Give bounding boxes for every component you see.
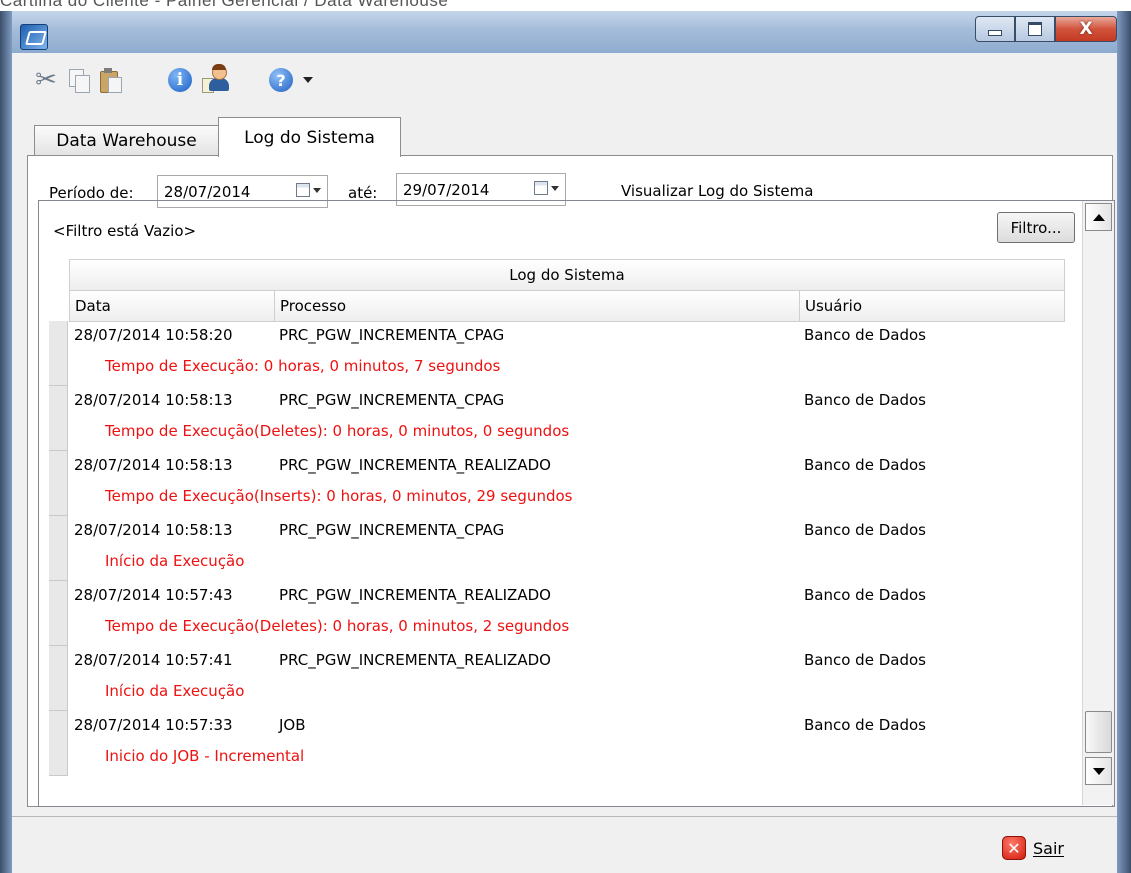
column-header-usuario[interactable]: Usuário	[800, 291, 1063, 321]
copy-button[interactable]	[66, 67, 92, 93]
arrow-down-icon	[1092, 767, 1105, 775]
maximize-button[interactable]	[1015, 16, 1055, 42]
title-bar: X	[0, 11, 1131, 53]
help-button[interactable]: ?	[268, 67, 294, 93]
cell-data: 28/07/2014 10:58:13	[74, 456, 233, 474]
copy-icon	[69, 69, 90, 93]
cell-processo: JOB	[279, 716, 306, 734]
close-icon: X	[1079, 19, 1093, 39]
cell-processo: PRC_PGW_INCREMENTA_CPAG	[279, 326, 505, 344]
cell-processo: PRC_PGW_INCREMENTA_CPAG	[279, 391, 505, 409]
chevron-down-icon	[551, 185, 559, 191]
cell-detail: Tempo de Execução: 0 horas, 0 minutos, 7…	[105, 357, 501, 375]
grid-group-header: Log do Sistema	[69, 259, 1065, 291]
period-to-value: 29/07/2014	[403, 180, 490, 199]
cell-usuario: Banco de Dados	[804, 326, 926, 344]
cell-usuario: Banco de Dados	[804, 651, 926, 669]
table-row[interactable]: 28/07/2014 10:57:41 PRC_PGW_INCREMENTA_R…	[69, 646, 1063, 711]
arrow-up-icon	[1092, 213, 1105, 221]
toolbar: ✂ i ?	[12, 53, 1117, 105]
cell-processo: PRC_PGW_INCREMENTA_REALIZADO	[279, 456, 551, 474]
cell-data: 28/07/2014 10:58:13	[74, 521, 233, 539]
column-header-processo[interactable]: Processo	[275, 291, 800, 321]
table-row[interactable]: 28/07/2014 10:57:43 PRC_PGW_INCREMENTA_R…	[69, 581, 1063, 646]
scroll-up-button[interactable]	[1085, 203, 1112, 231]
cell-processo: PRC_PGW_INCREMENTA_REALIZADO	[279, 586, 551, 604]
calendar-icon[interactable]	[534, 181, 559, 195]
cell-detail: Início da Execução	[105, 552, 245, 570]
footer-divider	[12, 816, 1117, 817]
cell-detail: Tempo de Execução(Inserts): 0 horas, 0 m…	[105, 487, 573, 505]
window-frame-left	[0, 11, 12, 873]
window-maximize-icon	[1028, 22, 1042, 36]
tab-data-warehouse[interactable]: Data Warehouse	[34, 125, 219, 156]
cell-processo: PRC_PGW_INCREMENTA_REALIZADO	[279, 651, 551, 669]
tab-panel-log: Período de: 28/07/2014 até: 29/07/2014 V…	[27, 155, 1115, 807]
cell-data: 28/07/2014 10:58:20	[74, 326, 233, 344]
cell-detail: Início da Execução	[105, 682, 245, 700]
cell-usuario: Banco de Dados	[804, 586, 926, 604]
vertical-scrollbar[interactable]	[1082, 201, 1114, 805]
paste-button[interactable]	[98, 67, 124, 93]
info-button[interactable]: i	[167, 67, 193, 93]
app-window: X ✂ i ? Data Warehouse Log do Sistema Pe…	[0, 11, 1131, 873]
close-window-button[interactable]: X	[1055, 16, 1117, 42]
cell-detail: Inicio do JOB - Incremental	[105, 747, 305, 765]
window-frame-right	[1117, 11, 1131, 873]
cell-data: 28/07/2014 10:57:33	[74, 716, 233, 734]
info-icon: i	[168, 68, 192, 92]
minimize-button[interactable]	[975, 16, 1015, 42]
help-icon: ?	[269, 68, 293, 92]
period-from-value: 28/07/2014	[164, 182, 251, 201]
cut-button[interactable]: ✂	[33, 67, 59, 93]
cell-data: 28/07/2014 10:57:41	[74, 651, 233, 669]
close-icon: ✕	[1002, 836, 1026, 860]
chevron-down-icon[interactable]	[303, 77, 313, 83]
row-indicator-column	[49, 321, 68, 776]
calendar-icon[interactable]	[296, 183, 321, 197]
chevron-down-icon	[313, 187, 321, 193]
table-row[interactable]: 28/07/2014 10:58:20 PRC_PGW_INCREMENTA_C…	[69, 321, 1063, 386]
cell-usuario: Banco de Dados	[804, 391, 926, 409]
exit-button-label: Sair	[1033, 838, 1064, 858]
app-icon	[20, 24, 48, 50]
filter-button[interactable]: Filtro...	[997, 212, 1075, 243]
scroll-down-button[interactable]	[1085, 757, 1112, 785]
table-row[interactable]: 28/07/2014 10:57:33 JOB Banco de Dados I…	[69, 711, 1063, 776]
cell-detail: Tempo de Execução(Deletes): 0 horas, 0 m…	[105, 422, 570, 440]
cell-processo: PRC_PGW_INCREMENTA_CPAG	[279, 521, 505, 539]
filter-status-text: <Filtro está Vazio>	[53, 222, 197, 240]
cell-data: 28/07/2014 10:58:13	[74, 391, 233, 409]
window-controls: X	[975, 16, 1117, 42]
table-row[interactable]: 28/07/2014 10:58:13 PRC_PGW_INCREMENTA_C…	[69, 516, 1063, 581]
table-row[interactable]: 28/07/2014 10:58:13 PRC_PGW_INCREMENTA_C…	[69, 386, 1063, 451]
user-button[interactable]	[202, 63, 229, 93]
tab-log-do-sistema[interactable]: Log do Sistema	[218, 117, 401, 157]
column-header-data[interactable]: Data	[70, 291, 275, 321]
window-minimize-icon	[988, 30, 1002, 36]
view-log-label: Visualizar Log do Sistema	[621, 182, 814, 200]
scroll-thumb[interactable]	[1085, 711, 1112, 753]
cell-usuario: Banco de Dados	[804, 521, 926, 539]
cell-detail: Tempo de Execução(Deletes): 0 horas, 0 m…	[105, 617, 570, 635]
user-icon	[202, 64, 229, 93]
cell-data: 28/07/2014 10:57:43	[74, 586, 233, 604]
table-row[interactable]: 28/07/2014 10:58:13 PRC_PGW_INCREMENTA_R…	[69, 451, 1063, 516]
log-grid: <Filtro está Vazio> Filtro... Log do Sis…	[38, 200, 1115, 807]
paste-icon	[100, 68, 122, 93]
window-client-area: ✂ i ? Data Warehouse Log do Sistema Perí…	[12, 53, 1117, 873]
grid-column-headers: Data Processo Usuário	[69, 290, 1065, 322]
cell-usuario: Banco de Dados	[804, 716, 926, 734]
exit-button[interactable]: ✕ Sair	[1002, 836, 1064, 860]
scissors-icon: ✂	[35, 65, 57, 95]
cell-usuario: Banco de Dados	[804, 456, 926, 474]
page-caption: Cartilha do Cliente - Painel Gerencial /…	[0, 0, 449, 10]
